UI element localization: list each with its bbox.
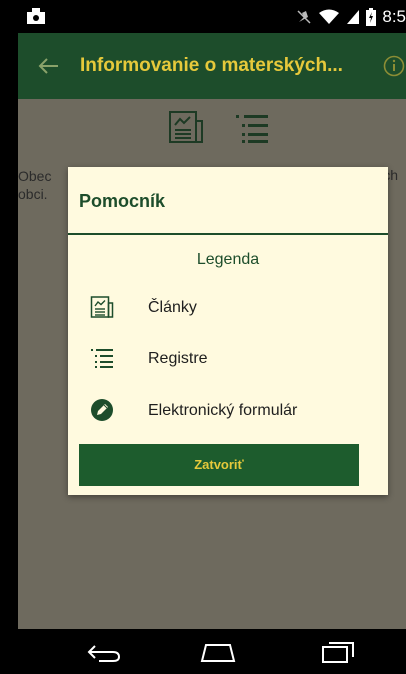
battery-icon [366,8,377,26]
signal-icon [347,10,360,24]
content-toolbar [168,109,270,145]
article-icon[interactable] [168,109,204,145]
helper-dialog: Pomocník Legenda Články Registre Elektro… [68,167,388,495]
app-bar: Informovanie o materských... [18,33,406,99]
legend-item-registers: Registre [68,340,388,380]
back-nav-icon[interactable] [85,641,123,663]
mute-icon [297,10,311,24]
home-nav-icon[interactable] [198,641,238,663]
wifi-icon [319,9,340,24]
page-title: Informovanie o materských... [80,55,343,76]
legend-item-label: Články [148,299,197,316]
legend-item-label: Registre [148,350,208,367]
status-time: 8:5 [382,7,406,26]
close-button[interactable]: Zatvoriť [79,444,359,486]
pencil-circle-icon [91,399,113,421]
status-bar: 8:5 [18,0,406,33]
legend-item-eform: Elektronický formulár [68,392,388,432]
navigation-bar [18,629,406,674]
notification-icon [27,8,45,24]
list-icon [91,349,113,368]
legend-heading: Legenda [196,251,260,268]
dialog-divider [68,233,388,235]
arrow-left-icon[interactable] [36,53,62,79]
list-icon[interactable] [234,109,270,145]
phone-screen: 8:5 Informovanie o materských... Obec ob… [18,0,406,674]
status-icons: 8:5 [296,6,406,28]
legend-item-articles: Články [68,289,388,329]
content-text: Obec obci. [18,167,51,203]
article-icon [90,296,114,318]
content-text-line: Obec [18,168,52,184]
info-icon[interactable] [383,55,405,77]
content-text-line: obci. [18,186,48,202]
recents-nav-icon[interactable] [321,641,355,663]
legend-item-label: Elektronický formulár [148,402,298,419]
dialog-title: Pomocník [79,191,166,211]
